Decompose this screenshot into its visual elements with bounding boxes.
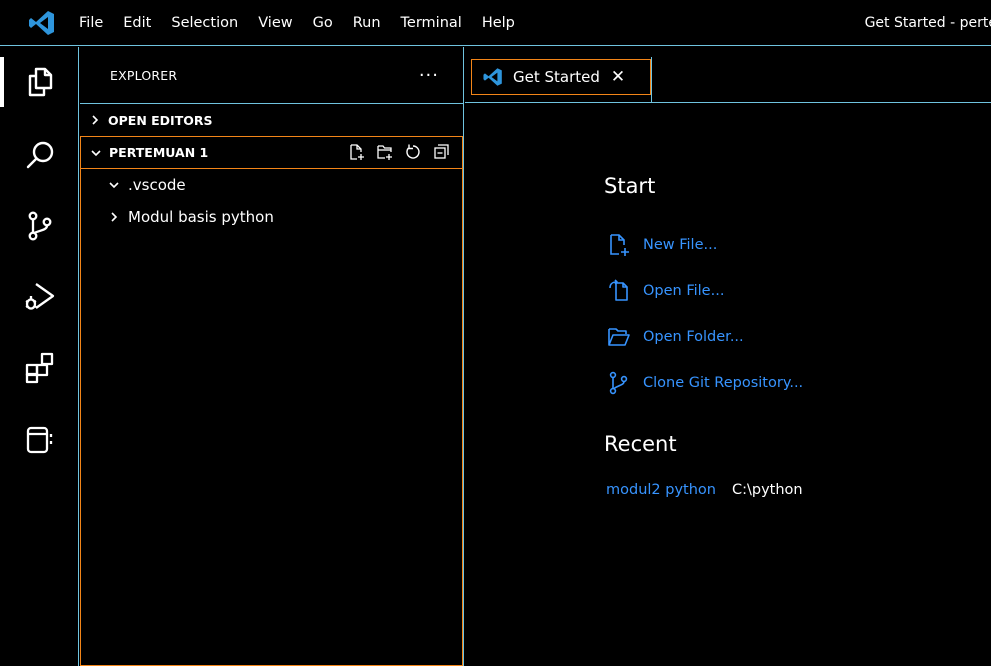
menu-bar: File Edit Selection View Go Run Terminal… [69, 0, 525, 45]
explorer-icon [28, 67, 52, 97]
folder-section-header[interactable]: PERTEMUAN 1 [80, 136, 463, 169]
collapse-all-icon[interactable] [432, 143, 450, 161]
menu-file[interactable]: File [69, 0, 113, 46]
open-file-link[interactable]: Open File... [607, 268, 803, 314]
folder-name: PERTEMUAN 1 [109, 145, 209, 160]
open-folder-icon [608, 328, 630, 346]
menu-run[interactable]: Run [343, 0, 391, 46]
activity-run-debug[interactable] [0, 267, 79, 325]
activity-remote-explorer[interactable] [0, 411, 79, 469]
new-file-link[interactable]: New File... [607, 222, 803, 268]
explorer-sidebar: EXPLORER ··· OPEN EDITORS PERTEMUAN 1 .v… [80, 47, 464, 666]
more-actions-button[interactable]: ··· [419, 65, 439, 86]
recent-item: modul2 python C:\python [606, 482, 803, 498]
open-file-label: Open File... [643, 283, 725, 299]
tab-get-started[interactable]: Get Started ✕ [471, 59, 651, 95]
menu-help[interactable]: Help [472, 0, 525, 46]
source-control-icon [609, 371, 628, 395]
new-file-icon [610, 234, 629, 256]
title-bar: File Edit Selection View Go Run Terminal… [0, 0, 991, 46]
chevron-right-icon [111, 212, 118, 222]
editor-tab-bar: Get Started ✕ [465, 47, 991, 103]
refresh-icon[interactable] [404, 143, 422, 161]
new-folder-icon[interactable] [376, 143, 394, 161]
menu-go[interactable]: Go [303, 0, 343, 46]
tree-item-modul-basis-python[interactable]: Modul basis python [81, 201, 462, 233]
folder-actions [348, 143, 450, 161]
recent-heading: Recent [604, 432, 677, 456]
explorer-title: EXPLORER [110, 67, 178, 83]
activity-search[interactable] [0, 127, 79, 185]
chevron-down-icon [109, 182, 119, 189]
start-heading: Start [604, 174, 656, 198]
extensions-icon [25, 352, 53, 384]
open-folder-link[interactable]: Open Folder... [607, 314, 803, 360]
start-list: New File... Open File... Open Folder... [607, 222, 803, 406]
activity-bar [0, 47, 79, 666]
vscode-window: File Edit Selection View Go Run Terminal… [0, 0, 991, 666]
tree-item-vscode[interactable]: .vscode [81, 169, 462, 201]
close-icon[interactable]: ✕ [611, 67, 625, 87]
activity-source-control[interactable] [0, 197, 79, 255]
open-folder-label: Open Folder... [643, 329, 744, 345]
chevron-right-icon [92, 115, 99, 125]
tab-divider [651, 57, 652, 103]
clone-git-repository-link[interactable]: Clone Git Repository... [607, 360, 803, 406]
run-debug-icon [24, 283, 54, 310]
open-editors-label: OPEN EDITORS [108, 112, 213, 128]
clone-git-label: Clone Git Repository... [643, 375, 804, 391]
window-title: Get Started - perte [864, 15, 991, 31]
new-file-label: New File... [643, 237, 718, 253]
tab-label: Get Started [513, 68, 600, 86]
chevron-down-icon [91, 149, 101, 156]
welcome-page: Start New File... Open File... Open Fold… [465, 104, 991, 666]
recent-item-link[interactable]: modul2 python [606, 482, 716, 498]
remote-explorer-icon [26, 426, 52, 454]
menu-selection[interactable]: Selection [161, 0, 248, 46]
open-file-icon [609, 279, 628, 301]
vscode-logo-icon[interactable] [27, 8, 57, 38]
vscode-logo-icon [483, 68, 502, 86]
tree-item-label: .vscode [128, 176, 186, 194]
search-icon [26, 141, 53, 169]
menu-edit[interactable]: Edit [113, 0, 161, 46]
explorer-header: EXPLORER ··· [80, 47, 463, 103]
activity-explorer[interactable] [0, 53, 79, 111]
open-editors-section[interactable]: OPEN EDITORS [80, 103, 463, 136]
recent-item-path: C:\python [731, 482, 803, 498]
file-tree: .vscode Modul basis python [80, 169, 463, 666]
menu-terminal[interactable]: Terminal [391, 0, 472, 46]
tree-item-label: Modul basis python [128, 208, 274, 226]
activity-extensions[interactable] [0, 339, 79, 397]
source-control-icon [28, 211, 51, 241]
new-file-icon[interactable] [348, 143, 366, 161]
menu-view[interactable]: View [248, 0, 302, 46]
